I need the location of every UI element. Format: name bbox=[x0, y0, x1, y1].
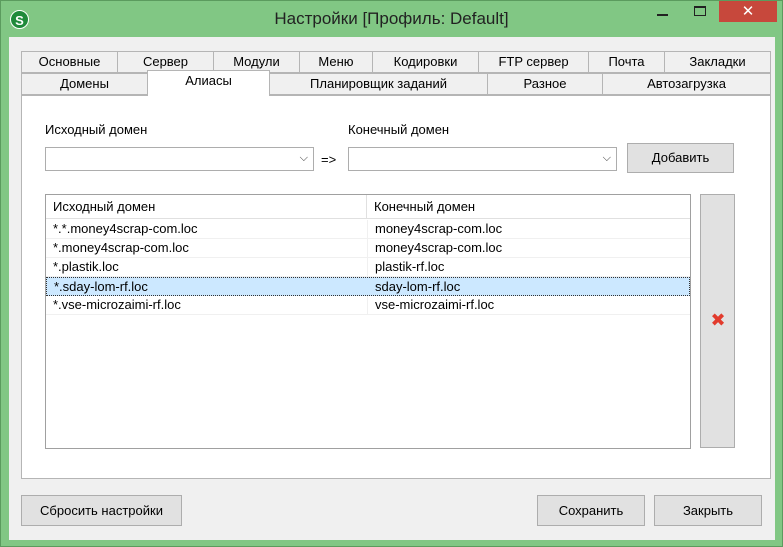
row-source-cell: *.money4scrap-com.loc bbox=[53, 240, 189, 255]
row-source-cell: *.*.money4scrap-com.loc bbox=[53, 221, 198, 236]
minimize-icon bbox=[657, 14, 668, 16]
tab-pochta[interactable]: Почта bbox=[588, 51, 665, 73]
aliases-panel: Исходный домен Конечный домен ⌵ => ⌵ Доб… bbox=[21, 95, 771, 479]
table-header: Исходный домен Конечный домен bbox=[46, 195, 690, 219]
add-button[interactable]: Добавить bbox=[627, 143, 734, 173]
table-row[interactable]: *.*.money4scrap-com.loc money4scrap-com.… bbox=[46, 220, 690, 239]
close-button[interactable]: Закрыть bbox=[654, 495, 762, 526]
save-button[interactable]: Сохранить bbox=[537, 495, 645, 526]
target-domain-combobox[interactable]: ⌵ bbox=[348, 147, 617, 171]
minimize-button[interactable] bbox=[645, 1, 681, 22]
table-row[interactable]: *.vse-microzaimi-rf.loc vse-microzaimi-r… bbox=[46, 296, 690, 315]
delete-x-icon: ✖ bbox=[710, 310, 726, 330]
column-header-source[interactable]: Исходный домен bbox=[46, 195, 155, 219]
row-source-cell: *.sday-lom-rf.loc bbox=[54, 279, 148, 294]
row-target-cell: money4scrap-com.loc bbox=[367, 239, 689, 257]
tab-zakladki[interactable]: Закладки bbox=[664, 51, 771, 73]
tab-domeny[interactable]: Домены bbox=[21, 73, 148, 95]
table-row[interactable]: *.money4scrap-com.loc money4scrap-com.lo… bbox=[46, 239, 690, 258]
column-header-target[interactable]: Конечный домен bbox=[367, 195, 475, 219]
tab-avtozagruzka[interactable]: Автозагрузка bbox=[602, 73, 771, 95]
table-row-selected[interactable]: *.sday-lom-rf.loc sday-lom-rf.loc bbox=[46, 277, 690, 296]
row-target-cell: money4scrap-com.loc bbox=[367, 220, 689, 238]
tab-planirovshchik[interactable]: Планировщик заданий bbox=[269, 73, 488, 95]
maximize-button[interactable] bbox=[681, 1, 719, 22]
arrow-text: => bbox=[321, 152, 337, 167]
tab-ftp-server[interactable]: FTP сервер bbox=[478, 51, 589, 73]
maximize-icon bbox=[694, 6, 706, 16]
source-domain-combobox[interactable]: ⌵ bbox=[45, 147, 314, 171]
tab-kodirovki[interactable]: Кодировки bbox=[372, 51, 479, 73]
chevron-down-icon: ⌵ bbox=[602, 152, 611, 164]
tab-raznoe[interactable]: Разное bbox=[487, 73, 603, 95]
row-source-cell: *.plastik.loc bbox=[53, 259, 119, 274]
row-target-cell: plastik-rf.loc bbox=[367, 258, 689, 276]
settings-window: S Настройки [Профиль: Default] ✕ Основны… bbox=[0, 0, 783, 547]
target-domain-value bbox=[349, 150, 356, 168]
target-domain-label: Конечный домен bbox=[348, 122, 450, 137]
close-window-button[interactable]: ✕ bbox=[719, 1, 777, 22]
tab-menu[interactable]: Меню bbox=[299, 51, 373, 73]
source-domain-label: Исходный домен bbox=[45, 122, 148, 137]
tab-osnovnye[interactable]: Основные bbox=[21, 51, 118, 73]
reset-settings-button[interactable]: Сбросить настройки bbox=[21, 495, 182, 526]
row-target-cell: sday-lom-rf.loc bbox=[375, 279, 461, 294]
tab-aliasy[interactable]: Алиасы bbox=[147, 70, 270, 96]
aliases-table[interactable]: Исходный домен Конечный домен *.*.money4… bbox=[45, 194, 691, 449]
title-bar[interactable]: S Настройки [Профиль: Default] ✕ bbox=[1, 1, 782, 37]
delete-alias-button[interactable]: ✖ bbox=[700, 194, 735, 448]
client-area: Основные Сервер Модули Меню Кодировки FT… bbox=[9, 37, 775, 540]
source-domain-value bbox=[46, 150, 53, 168]
table-row[interactable]: *.plastik.loc plastik-rf.loc bbox=[46, 258, 690, 277]
chevron-down-icon: ⌵ bbox=[299, 152, 308, 164]
row-target-cell: vse-microzaimi-rf.loc bbox=[367, 296, 689, 314]
row-source-cell: *.vse-microzaimi-rf.loc bbox=[53, 297, 181, 312]
